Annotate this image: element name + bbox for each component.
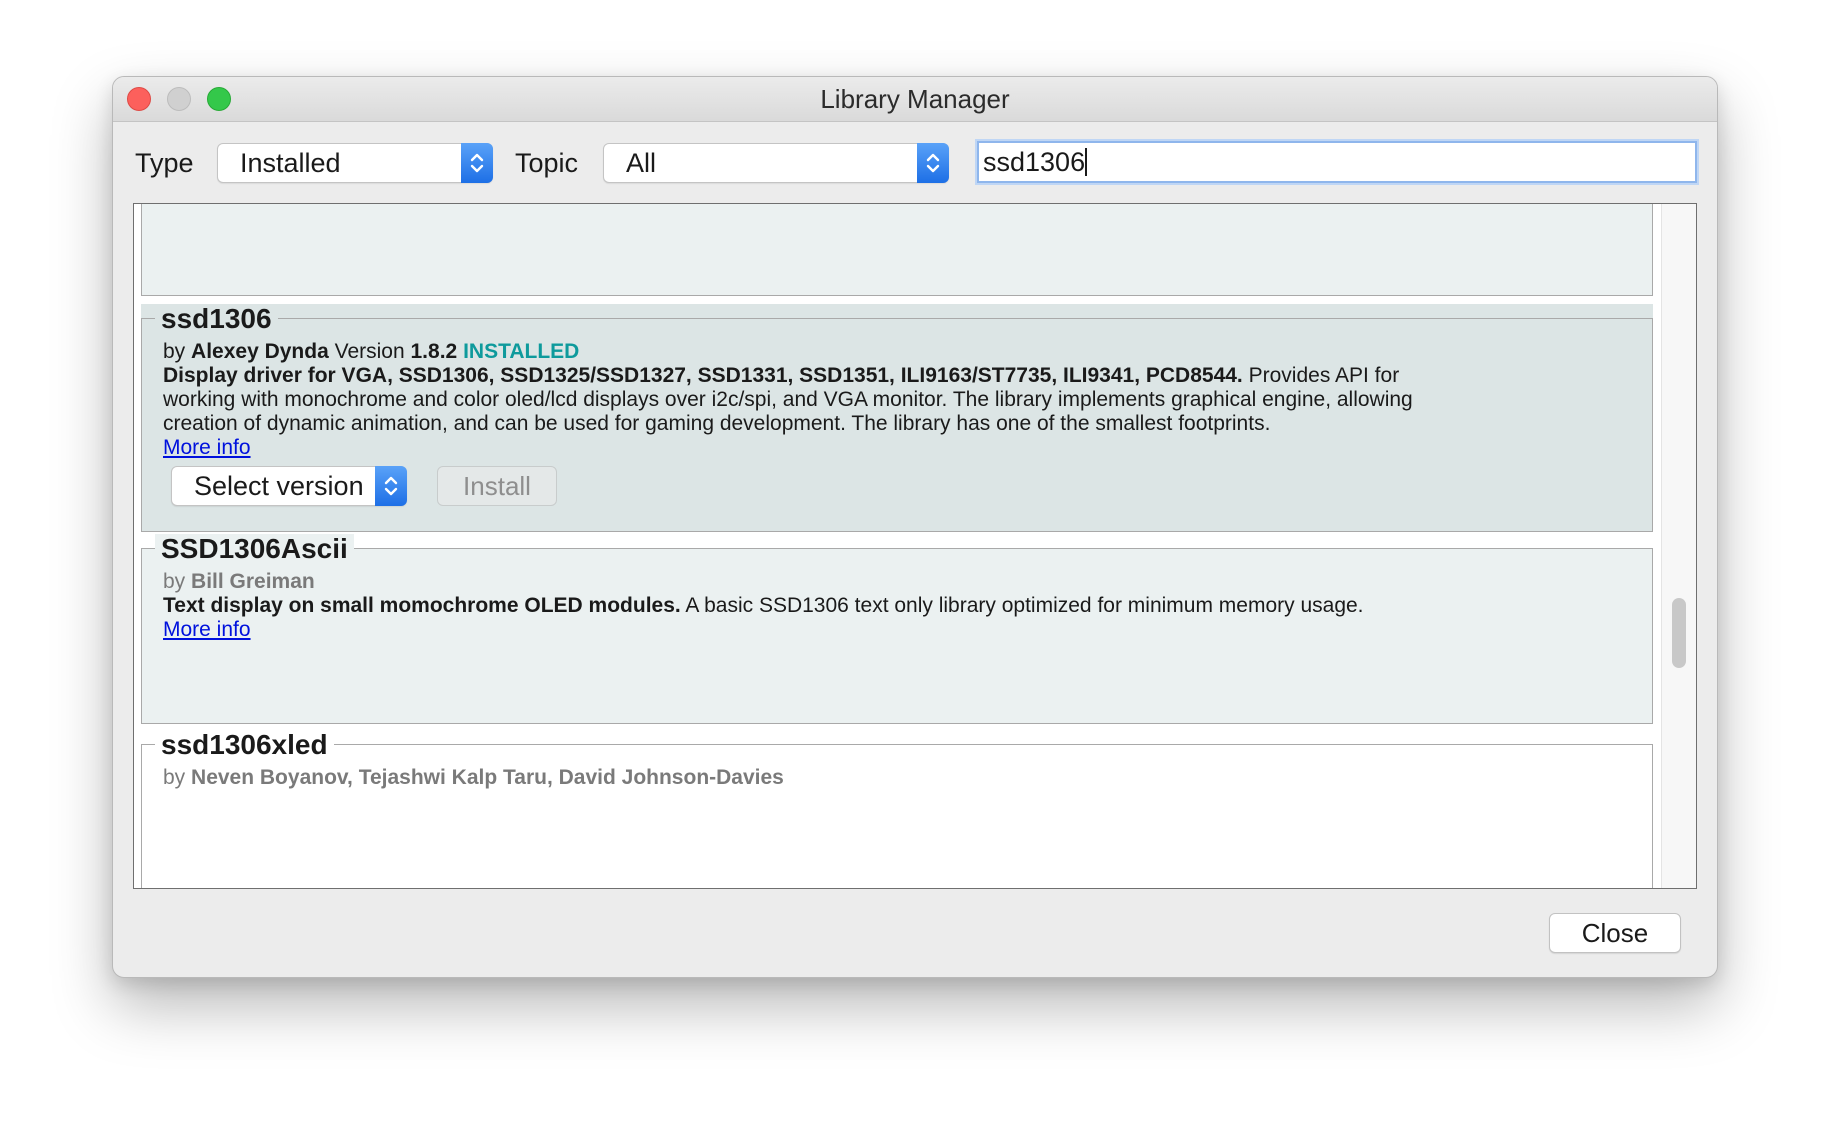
topic-label: Topic xyxy=(515,148,579,178)
by-text: by xyxy=(163,570,186,593)
version-label: Version xyxy=(334,340,405,363)
list-item[interactable] xyxy=(141,204,1653,296)
entry-frame xyxy=(141,548,1653,724)
updown-arrows-icon xyxy=(917,143,949,183)
library-byline: by Neven Boyanov, Tejashwi Kalp Taru, Da… xyxy=(163,764,784,792)
library-description-line-1: Text display on small momochrome OLED mo… xyxy=(163,592,1364,620)
more-info-link[interactable]: More info xyxy=(163,434,251,462)
by-text: by xyxy=(163,340,186,363)
author-name: Neven Boyanov, Tejashwi Kalp Taru, David… xyxy=(191,766,784,789)
vertical-scrollbar[interactable] xyxy=(1661,204,1696,888)
library-manager-window: Library Manager Type Installed Topic All… xyxy=(112,76,1718,978)
updown-arrows-icon xyxy=(461,143,493,183)
library-name: ssd1306 xyxy=(155,304,278,334)
by-text: by xyxy=(163,766,186,789)
scrollbar-thumb[interactable] xyxy=(1672,598,1686,668)
type-select[interactable]: Installed xyxy=(217,143,493,183)
type-label: Type xyxy=(135,148,194,178)
close-button[interactable]: Close xyxy=(1549,913,1681,953)
version-select-value: Select version xyxy=(194,471,364,501)
entry-frame xyxy=(141,204,1653,296)
library-name: SSD1306Ascii xyxy=(155,534,354,564)
library-summary: Text display on small momochrome OLED mo… xyxy=(163,594,681,617)
library-description-line-3: creation of dynamic animation, and can b… xyxy=(163,412,1271,435)
description-text: Provides API for xyxy=(1242,364,1400,387)
list-item-selected[interactable]: ssd1306 by Alexey Dynda Version 1.8.2 IN… xyxy=(141,304,1653,532)
version-select[interactable]: Select version xyxy=(171,466,407,506)
search-input-text: ssd1306 xyxy=(983,147,1086,177)
author-name: Bill Greiman xyxy=(191,570,315,593)
library-summary: Display driver for VGA, SSD1306, SSD1325… xyxy=(163,364,1243,387)
library-list[interactable]: ssd1306 by Alexey Dynda Version 1.8.2 IN… xyxy=(133,203,1697,889)
list-item[interactable]: SSD1306Ascii by Bill Greiman Text displa… xyxy=(141,534,1653,724)
installed-badge: INSTALLED xyxy=(463,340,580,363)
topic-select[interactable]: All xyxy=(603,143,949,183)
text-caret xyxy=(1085,148,1088,176)
install-button[interactable]: Install xyxy=(437,466,557,506)
topic-select-value: All xyxy=(626,148,657,178)
author-name: Alexey Dynda xyxy=(191,340,329,363)
version-number: 1.8.2 xyxy=(410,340,458,363)
more-info-link[interactable]: More info xyxy=(163,616,251,644)
search-input[interactable]: ssd1306 xyxy=(975,139,1699,185)
type-select-value: Installed xyxy=(240,148,341,178)
library-name: ssd1306xled xyxy=(155,730,334,760)
description-text: A basic SSD1306 text only library optimi… xyxy=(680,594,1364,617)
updown-arrows-icon xyxy=(375,466,407,506)
window-title: Library Manager xyxy=(820,84,1010,114)
title-bar: Library Manager xyxy=(113,77,1717,122)
list-item[interactable]: ssd1306xled by Neven Boyanov, Tejashwi K… xyxy=(141,730,1653,888)
